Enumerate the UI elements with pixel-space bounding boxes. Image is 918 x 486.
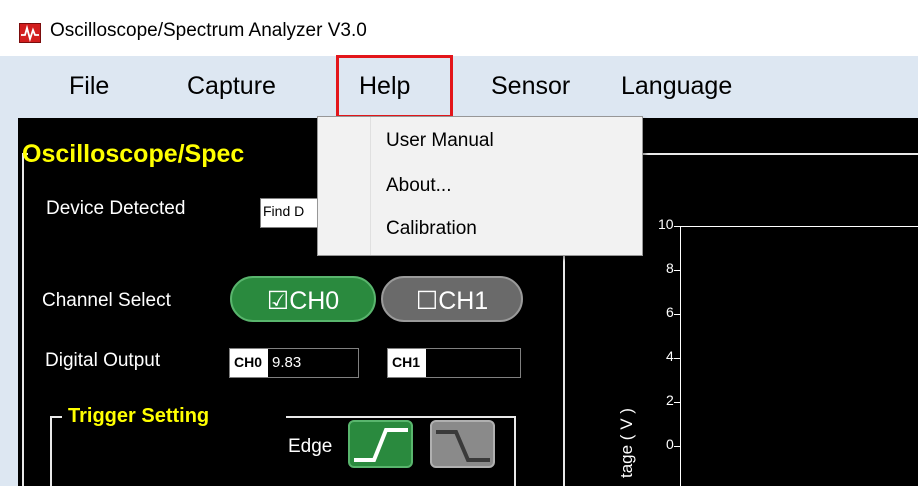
menu-bar: File Capture Help Sensor Language	[0, 56, 918, 118]
y-tick-mark	[674, 226, 680, 227]
app-icon	[19, 23, 41, 43]
ch1-output-tag: CH1	[392, 354, 421, 370]
ch1-output-value	[426, 349, 520, 377]
y-tick-mark	[674, 270, 680, 271]
y-tick-label: 8	[666, 260, 674, 276]
trigger-box-left	[50, 416, 52, 486]
device-select[interactable]: Find D	[260, 198, 320, 228]
y-tick-label: 10	[658, 216, 674, 232]
y-axis-label: tage ( V )	[617, 408, 636, 478]
trigger-box-top-right	[286, 416, 516, 418]
y-tick-mark	[674, 402, 680, 403]
ch1-output-field: CH1	[387, 348, 521, 378]
rising-edge-icon	[354, 428, 408, 462]
title-bar: Oscilloscope/Spectrum Analyzer V3.0	[0, 0, 918, 56]
plot-top-edge	[680, 226, 918, 227]
groupbox-left-border	[22, 153, 24, 486]
trigger-setting-title: Trigger Setting	[68, 405, 210, 427]
window-title: Oscilloscope/Spectrum Analyzer V3.0	[50, 20, 367, 41]
y-tick-label: 6	[666, 304, 674, 320]
y-tick-mark	[674, 314, 680, 315]
menu-item-user-manual[interactable]: User Manual	[386, 130, 494, 152]
menu-capture[interactable]: Capture	[187, 72, 276, 101]
menu-item-about[interactable]: About...	[386, 175, 452, 197]
window-frame-left	[0, 118, 18, 486]
falling-edge-icon	[436, 430, 490, 462]
falling-edge-button[interactable]	[430, 420, 495, 468]
ch1-toggle-button[interactable]: ☐CH1	[381, 276, 523, 322]
y-tick-label: 2	[666, 392, 674, 408]
y-tick-label: 4	[666, 348, 674, 364]
y-tick-label: 0	[666, 436, 674, 452]
ch0-toggle-button[interactable]: ☑CH0	[230, 276, 376, 322]
help-dropdown-menu: User Manual About... Calibration	[317, 116, 643, 256]
ch0-output-value: 9.83	[268, 349, 358, 377]
trigger-box-right	[514, 416, 516, 486]
y-tick-mark	[674, 446, 680, 447]
menu-item-calibration[interactable]: Calibration	[386, 218, 477, 240]
menu-sensor[interactable]: Sensor	[491, 72, 570, 101]
plot-y-axis	[680, 226, 681, 486]
y-tick-mark	[674, 358, 680, 359]
digital-output-label: Digital Output	[45, 350, 161, 371]
channel-select-label: Channel Select	[42, 290, 171, 311]
menu-language[interactable]: Language	[621, 72, 732, 101]
ch0-output-field: CH0 9.83	[229, 348, 359, 378]
ch0-output-tag: CH0	[234, 354, 263, 370]
groupbox-right-border	[563, 248, 565, 486]
rising-edge-button[interactable]	[348, 420, 413, 468]
edge-label: Edge	[288, 436, 333, 457]
device-detected-label: Device Detected	[46, 198, 186, 219]
panel-title: Oscilloscope/Spec	[22, 140, 245, 168]
menu-file[interactable]: File	[69, 72, 109, 101]
menu-icon-gutter-separator	[370, 117, 371, 255]
help-menu-highlight	[336, 55, 453, 118]
